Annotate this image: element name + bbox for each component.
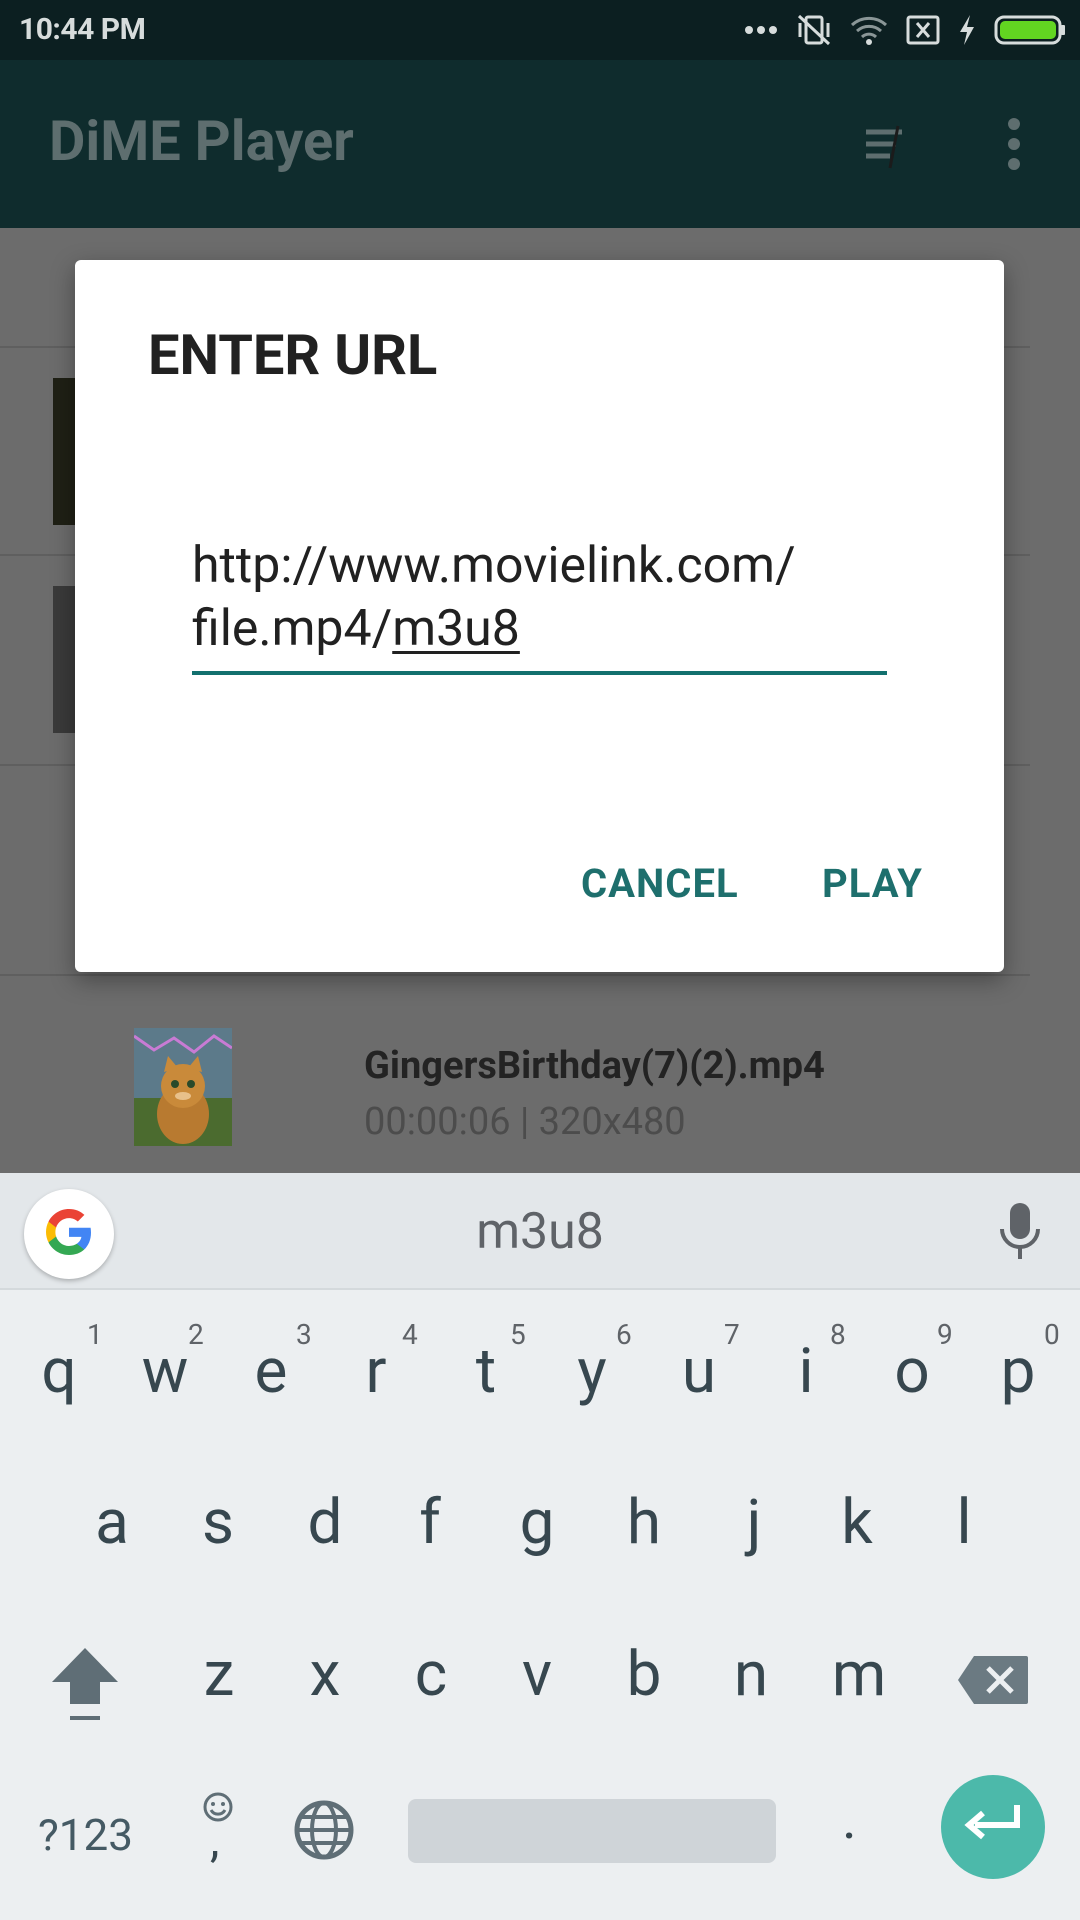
soft-keyboard: m3u8 1 2 3 4 5 6 7 8 9 0 q w e r t y u i… xyxy=(0,1173,1080,1920)
enter-button[interactable] xyxy=(941,1775,1045,1879)
vibrate-off-icon xyxy=(796,13,832,47)
play-button[interactable]: PLAY xyxy=(822,860,923,907)
key-c[interactable]: c xyxy=(381,1638,481,1711)
input-underline xyxy=(192,671,887,675)
key-q[interactable]: q xyxy=(9,1335,109,1408)
key-g[interactable]: g xyxy=(487,1486,587,1559)
key-l[interactable]: l xyxy=(914,1486,1014,1559)
composing-text: m3u8 xyxy=(392,600,520,658)
key-t[interactable]: t xyxy=(436,1335,536,1408)
app-bar: DiME Player xyxy=(0,60,1080,228)
list-divider xyxy=(0,974,1030,976)
space-bar[interactable] xyxy=(408,1799,776,1863)
key-k[interactable]: k xyxy=(807,1486,907,1559)
key-u[interactable]: u xyxy=(649,1335,749,1408)
key-f[interactable]: f xyxy=(380,1486,480,1559)
more-vert-icon[interactable] xyxy=(1000,116,1028,176)
key-o[interactable]: o xyxy=(862,1335,962,1408)
word-suggestion[interactable]: m3u8 xyxy=(0,1203,1080,1261)
url-line-1: http://www.movielink.com/ xyxy=(192,537,796,595)
comma-label: , xyxy=(210,1811,220,1868)
key-v[interactable]: v xyxy=(487,1638,587,1711)
key-b[interactable]: b xyxy=(594,1638,694,1711)
url-line-2: file.mp4/m3u8 xyxy=(192,598,887,661)
enter-icon xyxy=(963,1803,1023,1851)
wifi-icon xyxy=(850,15,888,45)
key-s[interactable]: s xyxy=(168,1486,268,1559)
period-key[interactable]: . xyxy=(842,1786,857,1852)
key-r[interactable]: r xyxy=(326,1335,426,1408)
video-meta: 00:00:06 | 320x480 xyxy=(364,1100,686,1144)
key-i[interactable]: i xyxy=(756,1335,856,1408)
dialog-title: ENTER URL xyxy=(148,322,438,388)
key-a[interactable]: a xyxy=(62,1486,162,1559)
battery-icon xyxy=(994,15,1066,45)
key-d[interactable]: d xyxy=(275,1486,375,1559)
enter-url-dialog: ENTER URL http://www.movielink.com/ file… xyxy=(75,260,1004,972)
symbols-key[interactable]: ?123 xyxy=(38,1809,133,1861)
more-dots-icon xyxy=(744,25,778,35)
backspace-icon[interactable] xyxy=(956,1654,1030,1710)
charging-icon xyxy=(958,14,976,46)
mic-icon[interactable] xyxy=(998,1201,1042,1267)
url-input[interactable]: http://www.movielink.com/ file.mp4/m3u8 xyxy=(192,535,887,661)
key-z[interactable]: z xyxy=(169,1638,269,1711)
url-text-prefix: file.mp4/ xyxy=(192,600,393,658)
key-e[interactable]: e xyxy=(221,1335,321,1408)
emoji-comma-key[interactable]: , xyxy=(198,1791,238,1868)
suggestion-bar: m3u8 xyxy=(0,1173,1080,1290)
cancel-button[interactable]: CANCEL xyxy=(581,860,739,907)
key-j[interactable]: j xyxy=(704,1486,804,1559)
video-title: GingersBirthday(7)(2).mp4 xyxy=(364,1044,825,1088)
app-title: DiME Player xyxy=(49,108,354,174)
video-thumbnail xyxy=(134,1028,232,1146)
key-m[interactable]: m xyxy=(809,1638,909,1711)
key-h[interactable]: h xyxy=(594,1486,694,1559)
list-item[interactable]: GingersBirthday(7)(2).mp4 00:00:06 | 320… xyxy=(0,1008,1080,1173)
shift-icon[interactable] xyxy=(48,1644,122,1728)
key-y[interactable]: y xyxy=(542,1335,642,1408)
key-x[interactable]: x xyxy=(275,1638,375,1711)
status-time: 10:44 PM xyxy=(19,12,146,47)
sort-icon[interactable] xyxy=(862,122,910,174)
globe-icon[interactable] xyxy=(293,1799,355,1865)
status-bar: 10:44 PM xyxy=(0,0,1080,60)
status-icons xyxy=(744,12,1066,48)
no-sim-icon xyxy=(906,15,940,45)
key-p[interactable]: p xyxy=(968,1335,1068,1408)
key-w[interactable]: w xyxy=(115,1335,215,1408)
key-n[interactable]: n xyxy=(701,1638,801,1711)
